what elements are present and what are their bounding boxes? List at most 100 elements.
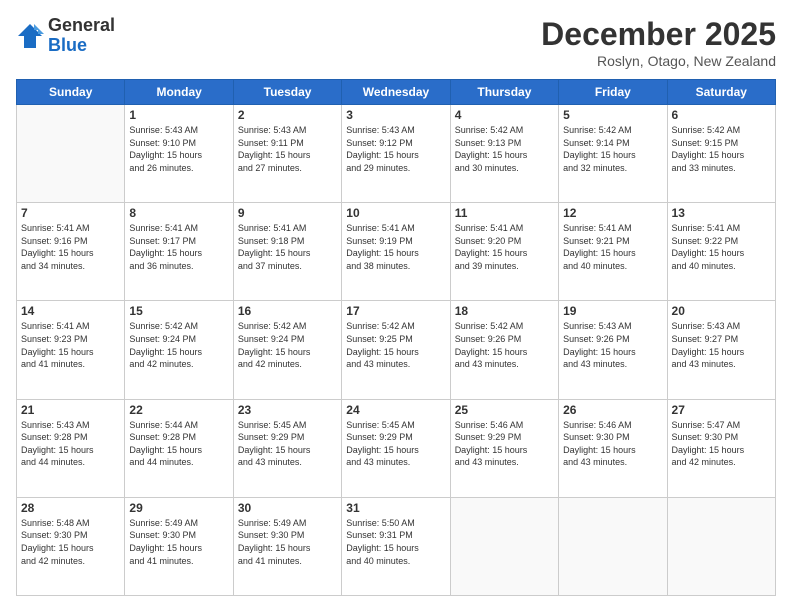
day-info: Sunrise: 5:42 AM Sunset: 9:26 PM Dayligh… <box>455 320 554 370</box>
header: General Blue December 2025 Roslyn, Otago… <box>16 16 776 69</box>
col-monday: Monday <box>125 80 233 105</box>
day-number: 28 <box>21 501 120 515</box>
table-row: 3 Sunrise: 5:43 AM Sunset: 9:12 PM Daylig… <box>342 105 450 203</box>
table-row: 29 Sunrise: 5:49 AM Sunset: 9:30 PM Dayli… <box>125 497 233 595</box>
table-row: 14Sunrise: 5:41 AM Sunset: 9:23 PM Dayli… <box>17 301 125 399</box>
day-info: Sunrise: 5:41 AM Sunset: 9:16 PM Dayligh… <box>21 222 120 272</box>
table-row: 6 Sunrise: 5:42 AM Sunset: 9:15 PM Daylig… <box>667 105 775 203</box>
day-info: Sunrise: 5:42 AM Sunset: 9:24 PM Dayligh… <box>238 320 337 370</box>
day-number: 17 <box>346 304 445 318</box>
day-number: 26 <box>563 403 662 417</box>
day-number: 27 <box>672 403 771 417</box>
day-info: Sunrise: 5:41 AM Sunset: 9:23 PM Dayligh… <box>21 320 120 370</box>
day-number: 3 <box>346 108 445 122</box>
day-info: Sunrise: 5:43 AM Sunset: 9:12 PM Dayligh… <box>346 124 445 174</box>
day-info: Sunrise: 5:41 AM Sunset: 9:22 PM Dayligh… <box>672 222 771 272</box>
day-info: Sunrise: 5:41 AM Sunset: 9:17 PM Dayligh… <box>129 222 228 272</box>
calendar-header-row: Sunday Monday Tuesday Wednesday Thursday… <box>17 80 776 105</box>
page: General Blue December 2025 Roslyn, Otago… <box>0 0 792 612</box>
day-number: 8 <box>129 206 228 220</box>
table-row: 31 Sunrise: 5:50 AM Sunset: 9:31 PM Dayli… <box>342 497 450 595</box>
col-saturday: Saturday <box>667 80 775 105</box>
day-info: Sunrise: 5:43 AM Sunset: 9:27 PM Dayligh… <box>672 320 771 370</box>
table-row: 8 Sunrise: 5:41 AM Sunset: 9:17 PM Daylig… <box>125 203 233 301</box>
table-row: 11Sunrise: 5:41 AM Sunset: 9:20 PM Dayli… <box>450 203 558 301</box>
calendar-week-row: 21 Sunrise: 5:43 AM Sunset: 9:28 PM Dayli… <box>17 399 776 497</box>
table-row: 30 Sunrise: 5:49 AM Sunset: 9:30 PM Dayli… <box>233 497 341 595</box>
day-info: Sunrise: 5:41 AM Sunset: 9:18 PM Dayligh… <box>238 222 337 272</box>
day-number: 23 <box>238 403 337 417</box>
day-number: 9 <box>238 206 337 220</box>
day-info: Sunrise: 5:42 AM Sunset: 9:15 PM Dayligh… <box>672 124 771 174</box>
day-info: Sunrise: 5:43 AM Sunset: 9:28 PM Dayligh… <box>21 419 120 469</box>
day-number: 29 <box>129 501 228 515</box>
table-row <box>17 105 125 203</box>
logo-icon <box>16 22 44 50</box>
day-info: Sunrise: 5:42 AM Sunset: 9:13 PM Dayligh… <box>455 124 554 174</box>
day-number: 30 <box>238 501 337 515</box>
day-info: Sunrise: 5:43 AM Sunset: 9:26 PM Dayligh… <box>563 320 662 370</box>
table-row: 5Sunrise: 5:42 AM Sunset: 9:14 PM Daylig… <box>559 105 667 203</box>
table-row: 12Sunrise: 5:41 AM Sunset: 9:21 PM Dayli… <box>559 203 667 301</box>
day-info: Sunrise: 5:43 AM Sunset: 9:11 PM Dayligh… <box>238 124 337 174</box>
col-thursday: Thursday <box>450 80 558 105</box>
day-number: 6 <box>672 108 771 122</box>
month-title: December 2025 <box>541 16 776 53</box>
day-number: 19 <box>563 304 662 318</box>
day-info: Sunrise: 5:41 AM Sunset: 9:19 PM Dayligh… <box>346 222 445 272</box>
day-number: 31 <box>346 501 445 515</box>
day-number: 15 <box>129 304 228 318</box>
day-number: 21 <box>21 403 120 417</box>
day-info: Sunrise: 5:48 AM Sunset: 9:30 PM Dayligh… <box>21 517 120 567</box>
day-number: 10 <box>346 206 445 220</box>
table-row: 25Sunrise: 5:46 AM Sunset: 9:29 PM Dayli… <box>450 399 558 497</box>
day-info: Sunrise: 5:47 AM Sunset: 9:30 PM Dayligh… <box>672 419 771 469</box>
table-row: 23 Sunrise: 5:45 AM Sunset: 9:29 PM Dayli… <box>233 399 341 497</box>
table-row: 4Sunrise: 5:42 AM Sunset: 9:13 PM Daylig… <box>450 105 558 203</box>
logo-blue: Blue <box>48 36 115 56</box>
day-info: Sunrise: 5:45 AM Sunset: 9:29 PM Dayligh… <box>238 419 337 469</box>
logo-general: General <box>48 16 115 36</box>
table-row: 9 Sunrise: 5:41 AM Sunset: 9:18 PM Daylig… <box>233 203 341 301</box>
table-row: 17 Sunrise: 5:42 AM Sunset: 9:25 PM Dayli… <box>342 301 450 399</box>
day-number: 7 <box>21 206 120 220</box>
title-area: December 2025 Roslyn, Otago, New Zealand <box>541 16 776 69</box>
logo-text: General Blue <box>48 16 115 56</box>
day-number: 20 <box>672 304 771 318</box>
table-row: 18 Sunrise: 5:42 AM Sunset: 9:26 PM Dayli… <box>450 301 558 399</box>
table-row: 13Sunrise: 5:41 AM Sunset: 9:22 PM Dayli… <box>667 203 775 301</box>
day-number: 11 <box>455 206 554 220</box>
day-info: Sunrise: 5:49 AM Sunset: 9:30 PM Dayligh… <box>238 517 337 567</box>
table-row: 16Sunrise: 5:42 AM Sunset: 9:24 PM Dayli… <box>233 301 341 399</box>
table-row: 27 Sunrise: 5:47 AM Sunset: 9:30 PM Dayli… <box>667 399 775 497</box>
table-row: 26 Sunrise: 5:46 AM Sunset: 9:30 PM Dayli… <box>559 399 667 497</box>
col-tuesday: Tuesday <box>233 80 341 105</box>
calendar-week-row: 1 Sunrise: 5:43 AM Sunset: 9:10 PM Daylig… <box>17 105 776 203</box>
calendar-week-row: 7 Sunrise: 5:41 AM Sunset: 9:16 PM Daylig… <box>17 203 776 301</box>
day-info: Sunrise: 5:46 AM Sunset: 9:30 PM Dayligh… <box>563 419 662 469</box>
table-row <box>559 497 667 595</box>
table-row: 22Sunrise: 5:44 AM Sunset: 9:28 PM Dayli… <box>125 399 233 497</box>
location: Roslyn, Otago, New Zealand <box>541 53 776 69</box>
day-info: Sunrise: 5:42 AM Sunset: 9:25 PM Dayligh… <box>346 320 445 370</box>
day-info: Sunrise: 5:43 AM Sunset: 9:10 PM Dayligh… <box>129 124 228 174</box>
table-row: 1 Sunrise: 5:43 AM Sunset: 9:10 PM Daylig… <box>125 105 233 203</box>
day-info: Sunrise: 5:49 AM Sunset: 9:30 PM Dayligh… <box>129 517 228 567</box>
table-row: 10 Sunrise: 5:41 AM Sunset: 9:19 PM Dayli… <box>342 203 450 301</box>
table-row: 19 Sunrise: 5:43 AM Sunset: 9:26 PM Dayli… <box>559 301 667 399</box>
table-row <box>450 497 558 595</box>
col-sunday: Sunday <box>17 80 125 105</box>
table-row: 2 Sunrise: 5:43 AM Sunset: 9:11 PM Daylig… <box>233 105 341 203</box>
table-row: 28 Sunrise: 5:48 AM Sunset: 9:30 PM Dayli… <box>17 497 125 595</box>
calendar: Sunday Monday Tuesday Wednesday Thursday… <box>16 79 776 596</box>
table-row: 21 Sunrise: 5:43 AM Sunset: 9:28 PM Dayli… <box>17 399 125 497</box>
logo: General Blue <box>16 16 115 56</box>
table-row: 24Sunrise: 5:45 AM Sunset: 9:29 PM Dayli… <box>342 399 450 497</box>
day-info: Sunrise: 5:42 AM Sunset: 9:24 PM Dayligh… <box>129 320 228 370</box>
day-info: Sunrise: 5:46 AM Sunset: 9:29 PM Dayligh… <box>455 419 554 469</box>
day-number: 1 <box>129 108 228 122</box>
day-number: 2 <box>238 108 337 122</box>
table-row: 7 Sunrise: 5:41 AM Sunset: 9:16 PM Daylig… <box>17 203 125 301</box>
day-info: Sunrise: 5:50 AM Sunset: 9:31 PM Dayligh… <box>346 517 445 567</box>
day-number: 18 <box>455 304 554 318</box>
